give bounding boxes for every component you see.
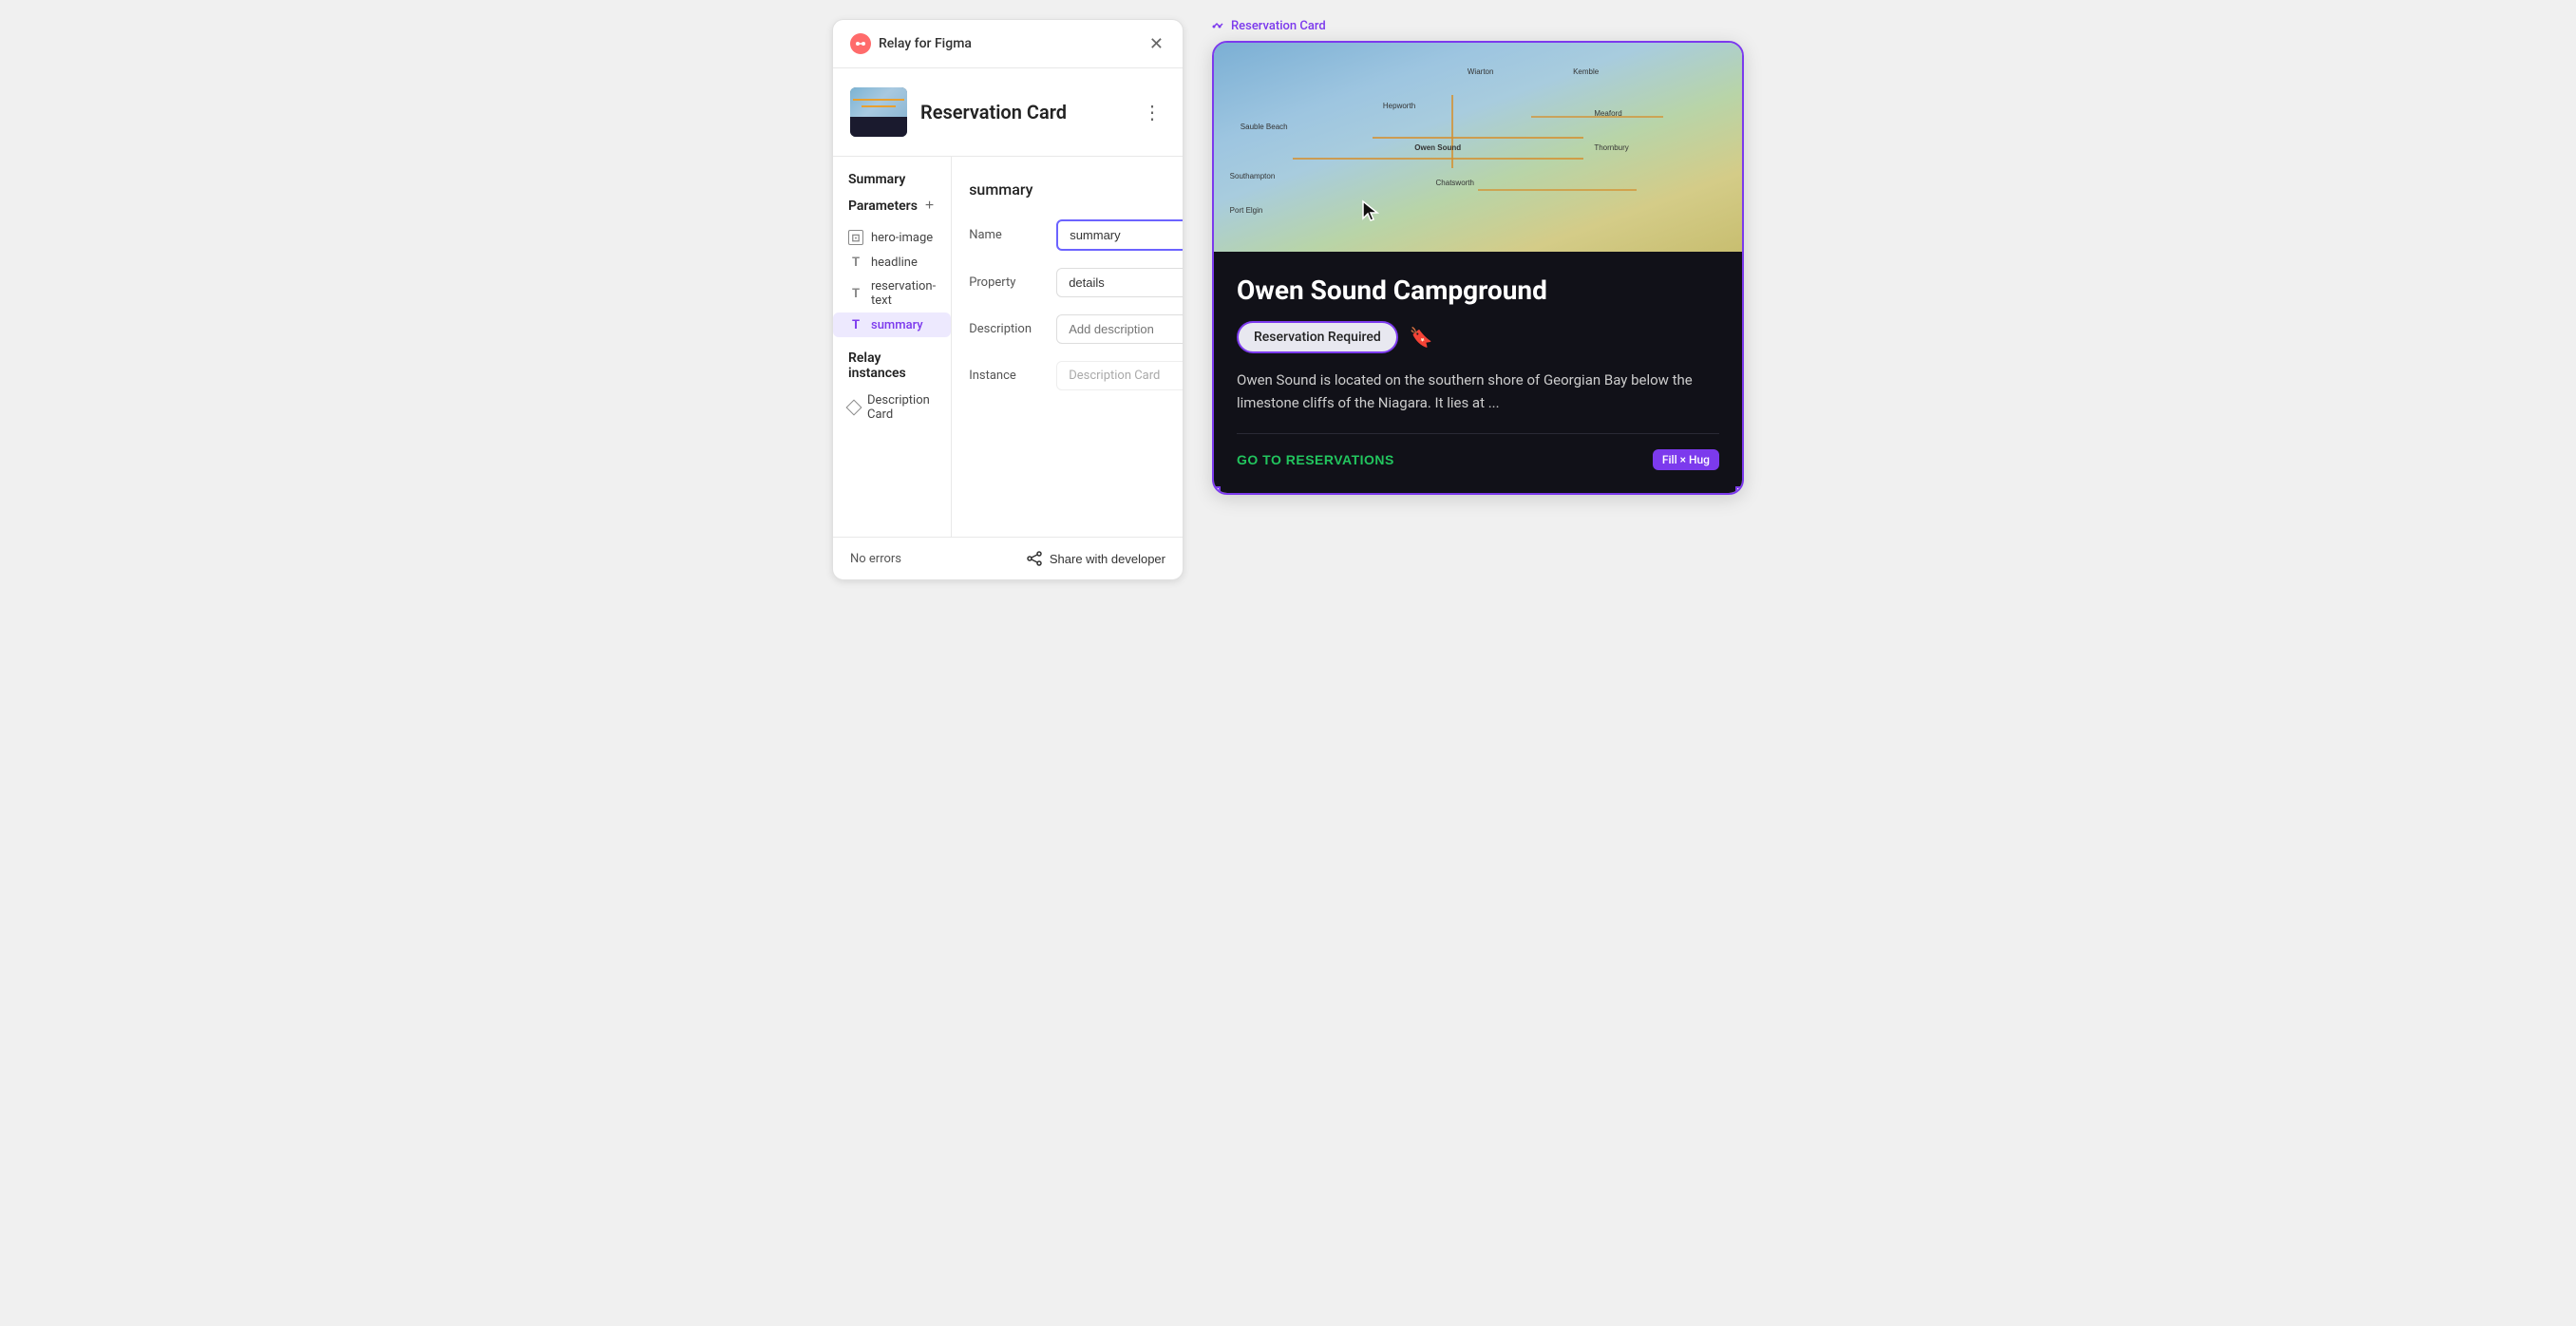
corner-handle-br — [1735, 486, 1743, 494]
property-label: Property — [969, 275, 1045, 290]
relay-instances-title: Relay instances — [833, 337, 951, 388]
reservation-badge: Reservation Required — [1237, 321, 1398, 353]
name-row: Name — [969, 219, 1184, 251]
parameters-header: Parameters + — [833, 197, 951, 225]
description-label: Description — [969, 322, 1045, 336]
pane-title: summary — [969, 180, 1032, 199]
component-header: Reservation Card ⋮ — [833, 68, 1183, 157]
property-select-wrapper: details summary title description ▾ — [1056, 268, 1184, 297]
map-road-4 — [1478, 189, 1637, 191]
text-icon-summary: T — [848, 317, 863, 332]
bottom-bar: No errors Share with developer — [833, 537, 1183, 579]
close-button[interactable]: ✕ — [1147, 33, 1165, 54]
param-headline[interactable]: T headline — [833, 250, 951, 275]
description-row: Description — [969, 314, 1184, 344]
component-header-left: Reservation Card — [850, 87, 1067, 137]
card-map: Wiarton Kemble Sauble Beach Hepworth Owe… — [1214, 43, 1742, 252]
panel-title: Relay for Figma — [879, 36, 972, 51]
panel-body: Summary Parameters + ⊡ hero-image T head… — [833, 157, 1183, 537]
param-reservation-text-label: reservation-text — [871, 279, 936, 308]
map-road-3 — [1451, 95, 1453, 168]
pane-header: summary 🗑 — [969, 176, 1184, 202]
text-icon-headline: T — [848, 255, 863, 270]
left-sidebar: Summary Parameters + ⊡ hero-image T head… — [833, 157, 952, 537]
card-preview: Wiarton Kemble Sauble Beach Hepworth Owe… — [1212, 41, 1744, 495]
panel-header: Relay for Figma ✕ — [833, 20, 1183, 68]
diamond-icon — [846, 400, 862, 416]
share-label: Share with developer — [1050, 552, 1165, 566]
param-headline-label: headline — [871, 256, 918, 270]
param-reservation-text[interactable]: T reservation-text — [833, 275, 951, 313]
card-dark-section: Owen Sound Campground Reservation Requir… — [1214, 252, 1742, 493]
property-select[interactable]: details summary title description — [1056, 268, 1184, 297]
share-button[interactable]: Share with developer — [1027, 551, 1165, 566]
instance-value: Description Card — [1056, 361, 1184, 390]
map-label-chatsworth: Chatsworth — [1436, 179, 1474, 187]
card-footer: GO TO RESERVATIONS Fill × Hug — [1237, 433, 1719, 470]
card-description: Owen Sound is located on the southern sh… — [1237, 369, 1719, 414]
text-icon-reservation: T — [848, 286, 863, 301]
param-hero-image-label: hero-image — [871, 231, 933, 245]
fill-hug-badge: Fill × Hug — [1653, 449, 1719, 470]
map-label-wiarton: Wiarton — [1468, 67, 1494, 76]
map-label-portelgin: Port Elgin — [1230, 206, 1263, 215]
param-summary[interactable]: T summary — [833, 313, 951, 337]
add-parameter-button[interactable]: + — [923, 197, 936, 216]
panel-header-left: Relay for Figma — [850, 33, 972, 54]
instance-label: Instance — [969, 369, 1045, 383]
param-summary-label: summary — [871, 318, 923, 332]
card-title: Owen Sound Campground — [1237, 275, 1719, 306]
map-label-thornbury: Thornbury — [1594, 143, 1628, 152]
thumbnail-map — [850, 87, 907, 117]
relay-description-card-label: Description Card — [867, 393, 936, 422]
preview-label: Reservation Card — [1212, 19, 1744, 33]
go-reservations-button[interactable]: GO TO RESERVATIONS — [1237, 452, 1394, 467]
corner-handle-bl — [1213, 486, 1221, 494]
relay-logo-icon — [850, 33, 871, 54]
more-options-button[interactable]: ⋮ — [1139, 97, 1165, 128]
map-label-sauble: Sauble Beach — [1241, 123, 1288, 131]
param-hero-image[interactable]: ⊡ hero-image — [833, 225, 951, 250]
image-icon: ⊡ — [848, 230, 863, 245]
thumbnail-dark — [850, 117, 907, 137]
property-row: Property details summary title descripti… — [969, 268, 1184, 297]
relay-description-card[interactable]: Description Card — [833, 388, 951, 426]
right-pane: summary 🗑 Name Property details summary … — [952, 157, 1184, 537]
map-label-kemble: Kemble — [1573, 67, 1599, 76]
no-errors-label: No errors — [850, 552, 901, 566]
instance-row: Instance Description Card ⊕ — [969, 361, 1184, 390]
name-label: Name — [969, 228, 1045, 242]
description-input[interactable] — [1056, 314, 1184, 344]
name-input[interactable] — [1056, 219, 1184, 251]
right-panel: Reservation Card Wiarton Kemble Sauble B… — [1212, 19, 1744, 495]
component-thumbnail — [850, 87, 907, 137]
card-badges: Reservation Required 🔖 — [1237, 321, 1719, 353]
left-panel: Relay for Figma ✕ Reservation Card ⋮ Sum… — [832, 19, 1184, 580]
relay-preview-icon — [1212, 20, 1225, 33]
bookmark-button[interactable]: 🔖 — [1410, 326, 1433, 350]
share-icon — [1027, 551, 1042, 566]
parameters-title: Parameters — [848, 199, 918, 214]
map-label-owensound: Owen Sound — [1414, 143, 1461, 152]
summary-section-title: Summary — [833, 172, 951, 197]
preview-component-name: Reservation Card — [1231, 19, 1326, 33]
map-label-meaford: Meaford — [1594, 109, 1621, 118]
component-name: Reservation Card — [920, 101, 1067, 123]
map-label-hepworth: Hepworth — [1383, 102, 1415, 110]
map-road-2 — [1293, 158, 1583, 160]
map-road-1 — [1373, 137, 1583, 139]
map-label-southampton: Southampton — [1230, 172, 1276, 180]
